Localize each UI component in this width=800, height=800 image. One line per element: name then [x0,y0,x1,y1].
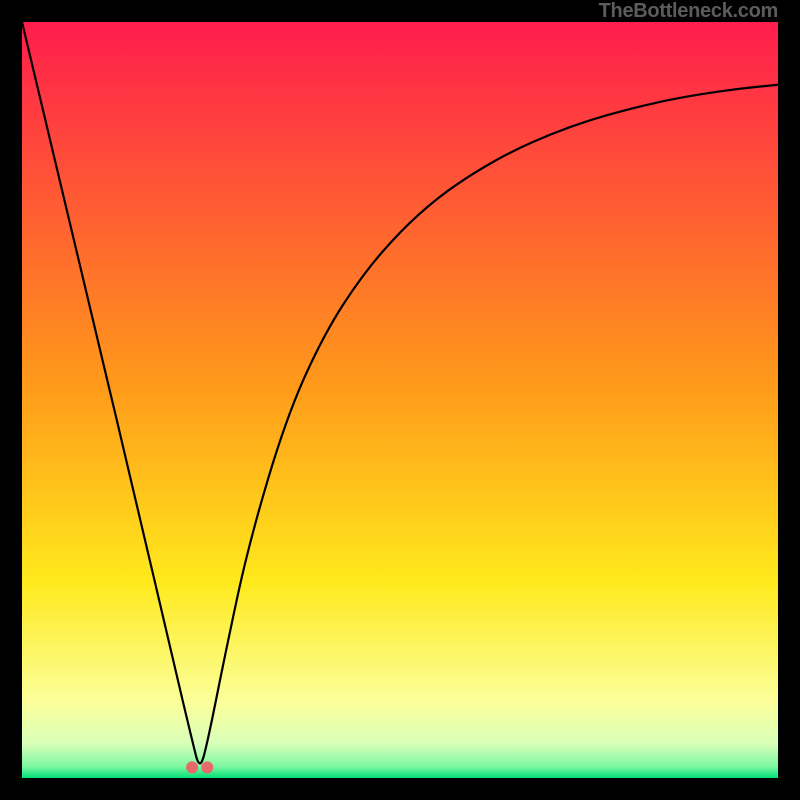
plot-area [22,22,778,778]
watermark-text: TheBottleneck.com [599,0,778,23]
gradient-background [22,22,778,778]
chart-root: TheBottleneck.com [0,0,800,800]
